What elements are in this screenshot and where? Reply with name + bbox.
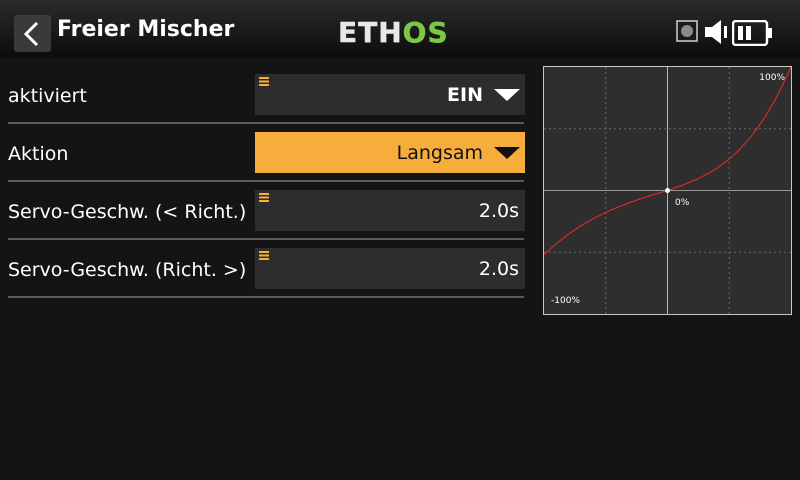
row-label-aktiviert: aktiviert bbox=[8, 85, 87, 107]
dropdown-arrow-icon bbox=[494, 147, 520, 159]
edit-marker-icon bbox=[259, 193, 269, 202]
aktion-dropdown[interactable]: Langsam bbox=[255, 132, 525, 173]
cursor-point bbox=[665, 188, 670, 193]
curve-plot bbox=[544, 67, 791, 314]
ethos-logo: ETHOS bbox=[338, 16, 449, 46]
svg-text:ETHOS: ETHOS bbox=[338, 16, 449, 46]
graph-label-max: 100% bbox=[759, 73, 785, 83]
row-divider bbox=[8, 296, 524, 298]
row-divider bbox=[8, 122, 524, 124]
mixer-curve-graph: 100% 0% -100% bbox=[543, 66, 792, 315]
row-label-servo-speed-down: Servo-Geschw. (< Richt.) bbox=[8, 201, 247, 223]
servo-speed-down-value: 2.0s bbox=[478, 200, 519, 222]
battery-icon bbox=[732, 20, 772, 46]
row-divider bbox=[8, 238, 524, 240]
back-arrow-icon bbox=[23, 21, 39, 47]
header-bar: Freier Mischer ETHOS bbox=[0, 0, 800, 58]
back-button[interactable] bbox=[14, 15, 51, 52]
graph-label-min: -100% bbox=[551, 296, 580, 306]
servo-speed-up-field[interactable]: 2.0s bbox=[255, 248, 525, 289]
aktion-value: Langsam bbox=[396, 142, 483, 164]
aktiviert-value: EIN bbox=[447, 84, 483, 106]
speaker-icon bbox=[705, 20, 727, 44]
row-divider bbox=[8, 180, 524, 182]
aktiviert-dropdown[interactable]: EIN bbox=[255, 74, 525, 115]
servo-speed-up-value: 2.0s bbox=[478, 258, 519, 280]
graph-label-center: 0% bbox=[675, 198, 690, 208]
servo-speed-down-field[interactable]: 2.0s bbox=[255, 190, 525, 231]
row-label-aktion: Aktion bbox=[8, 143, 69, 165]
dropdown-arrow-icon bbox=[494, 89, 520, 101]
record-icon bbox=[676, 20, 698, 42]
row-label-servo-speed-up: Servo-Geschw. (Richt. >) bbox=[8, 259, 247, 281]
edit-marker-icon bbox=[259, 251, 269, 260]
edit-marker-icon bbox=[259, 77, 269, 86]
page-title: Freier Mischer bbox=[57, 17, 235, 42]
